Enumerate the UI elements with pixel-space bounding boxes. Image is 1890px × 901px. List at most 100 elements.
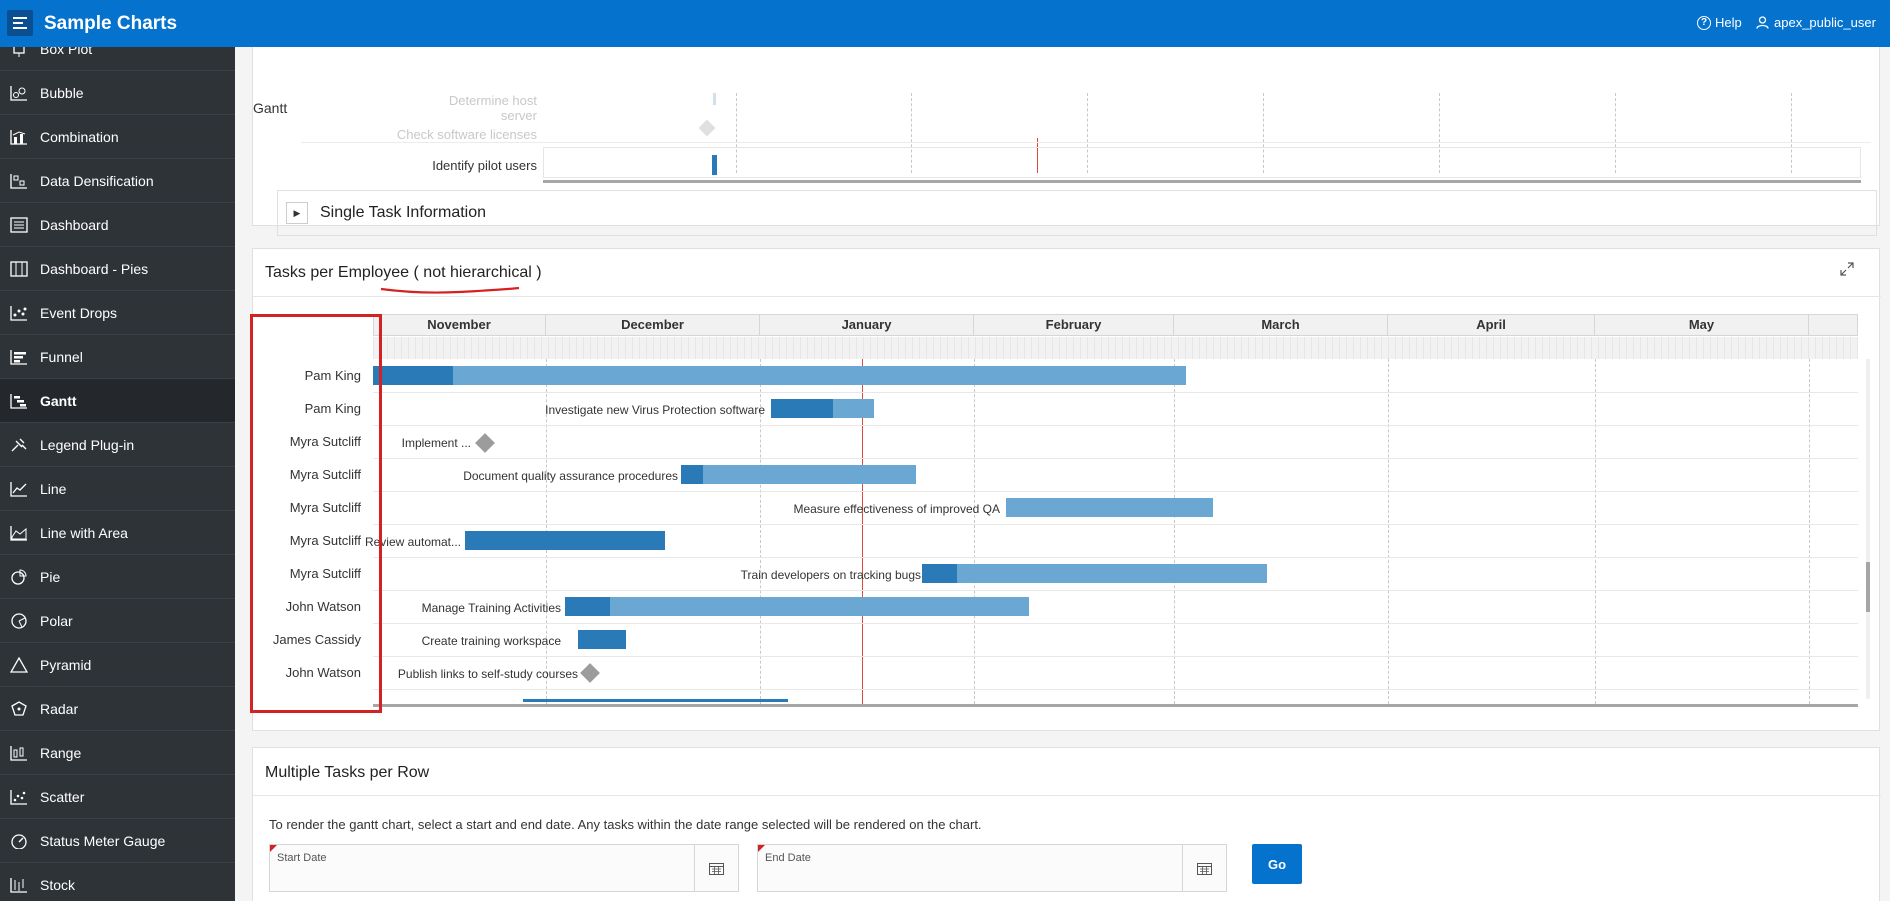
sidebar-nav: Box Plot Bubble Combination Data Densifi… — [0, 47, 235, 901]
sidebar-item-combination[interactable]: Combination — [0, 115, 235, 159]
gantt-region: Determine host server Check software lic… — [252, 47, 1880, 236]
sidebar-item-label: Bubble — [40, 84, 84, 101]
required-marker — [270, 845, 277, 852]
task-label: Document quality assurance procedures — [463, 469, 678, 483]
go-button[interactable]: Go — [1252, 844, 1302, 884]
sidebar-item-dashboard-pies[interactable]: Dashboard - Pies — [0, 247, 235, 291]
task-label: Train developers on tracking bugs — [740, 568, 921, 582]
month-label: February — [974, 314, 1174, 336]
task-label: Investigate new Virus Protection softwar… — [545, 403, 765, 417]
multiple-tasks-per-row-region: Multiple Tasks per Row To render the gan… — [252, 747, 1881, 901]
vertical-scrollbar-thumb[interactable] — [1866, 562, 1870, 612]
sidebar-item-status-meter-gauge[interactable]: Status Meter Gauge — [0, 819, 235, 863]
single-task-information-collapsible[interactable]: ▶ Single Task Information — [277, 190, 1877, 236]
gantt-tab-label[interactable]: Gantt — [253, 100, 287, 116]
task-progress — [681, 465, 703, 484]
sidebar-item-gantt[interactable]: Gantt — [0, 379, 235, 423]
day-ticks-strip — [373, 337, 1858, 359]
line-with-area-icon — [8, 524, 30, 542]
region-title-main: Tasks per Employee — [265, 264, 410, 281]
sidebar-item-label: Scatter — [40, 788, 85, 805]
data-densification-icon — [8, 172, 30, 190]
task-bar[interactable] — [565, 597, 1029, 616]
required-marker — [758, 845, 765, 852]
combination-icon — [8, 128, 30, 146]
sidebar-item-label: Line with Area — [40, 524, 128, 541]
milestone-diamond[interactable] — [475, 433, 495, 453]
horizontal-scrollbar[interactable] — [543, 180, 1861, 183]
calendar-icon[interactable] — [694, 845, 738, 891]
sidebar-item-legend-plugin[interactable]: Legend Plug-in — [0, 423, 235, 467]
task-row-label: Identify pilot users — [432, 158, 537, 173]
funnel-icon — [8, 348, 30, 366]
task-bar[interactable] — [922, 564, 1267, 583]
sidebar-item-range[interactable]: Range — [0, 731, 235, 775]
region-header-divider — [253, 296, 1881, 297]
sidebar-item-data-densification[interactable]: Data Densification — [0, 159, 235, 203]
task-bar[interactable] — [465, 531, 665, 550]
help-link[interactable]: ? Help — [1697, 15, 1742, 30]
gridline — [1388, 359, 1389, 704]
pie-icon — [8, 568, 30, 586]
row-separator — [373, 458, 1858, 459]
sidebar-item-funnel[interactable]: Funnel — [0, 335, 235, 379]
user-icon — [1756, 16, 1769, 29]
expand-triangle-icon[interactable]: ▶ — [286, 202, 308, 224]
red-box-annotation — [250, 314, 382, 713]
event-drops-icon — [8, 304, 30, 322]
calendar-icon[interactable] — [1182, 845, 1226, 891]
vertical-scrollbar-track[interactable] — [1866, 359, 1870, 699]
sidebar-item-pyramid[interactable]: Pyramid — [0, 643, 235, 687]
sidebar-item-dashboard[interactable]: Dashboard — [0, 203, 235, 247]
sidebar-item-label: Pie — [40, 568, 61, 585]
legend-plugin-icon — [8, 436, 30, 454]
sidebar-item-label: Funnel — [40, 348, 83, 365]
task-row-track — [543, 147, 1861, 178]
task-progress — [565, 597, 610, 616]
sidebar-item-label: Line — [40, 480, 67, 497]
sidebar-item-label: Legend Plug-in — [40, 436, 135, 453]
status-meter-gauge-icon — [8, 832, 30, 850]
user-menu[interactable]: apex_public_user — [1756, 15, 1876, 30]
red-underline-annotation — [380, 286, 520, 294]
task-bar[interactable] — [578, 630, 626, 649]
sidebar-item-label: Range — [40, 744, 82, 761]
row-separator — [373, 524, 1858, 525]
sidebar-item-line-with-area[interactable]: Line with Area — [0, 511, 235, 555]
sidebar-item-line[interactable]: Line — [0, 467, 235, 511]
end-date-field[interactable]: End Date — [757, 844, 1227, 892]
maximize-icon[interactable] — [1839, 261, 1855, 280]
gantt-icon — [8, 392, 30, 410]
task-bar[interactable] — [1006, 498, 1213, 517]
instructions-text: To render the gantt chart, select a star… — [269, 817, 982, 832]
horizontal-scrollbar[interactable] — [373, 704, 1858, 707]
sidebar-item-label: Polar — [40, 612, 73, 629]
hamburger-menu-button[interactable] — [7, 10, 33, 36]
top-bar: Sample Charts ? Help apex_public_user — [0, 0, 1890, 47]
milestone-diamond[interactable] — [580, 663, 600, 683]
sidebar-item-event-drops[interactable]: Event Drops — [0, 291, 235, 335]
task-bar[interactable] — [681, 465, 916, 484]
task-bar[interactable] — [712, 155, 717, 175]
sidebar-item-scatter[interactable]: Scatter — [0, 775, 235, 819]
dashboard-icon — [8, 216, 30, 234]
start-date-field[interactable]: Start Date — [269, 844, 739, 892]
faded-milestone — [698, 119, 716, 137]
sidebar-item-label: Pyramid — [40, 656, 92, 673]
sidebar-item-polar[interactable]: Polar — [0, 599, 235, 643]
bubble-icon — [8, 84, 30, 102]
sidebar-item-pie[interactable]: Pie — [0, 555, 235, 599]
sidebar-item-bubble[interactable]: Bubble — [0, 71, 235, 115]
task-bar[interactable] — [373, 366, 1186, 385]
sidebar-item-stock[interactable]: Stock — [0, 863, 235, 901]
row-separator — [373, 491, 1858, 492]
range-icon — [8, 744, 30, 762]
app-title[interactable]: Sample Charts — [44, 13, 177, 35]
end-date-label: End Date — [765, 852, 811, 864]
gantt-chart: November December January February March… — [253, 314, 1881, 724]
user-name: apex_public_user — [1774, 15, 1876, 30]
sidebar-item-radar[interactable]: Radar — [0, 687, 235, 731]
sidebar-item-box-plot[interactable]: Box Plot — [0, 47, 235, 71]
row-separator — [373, 392, 1858, 393]
month-label: April — [1388, 314, 1595, 336]
